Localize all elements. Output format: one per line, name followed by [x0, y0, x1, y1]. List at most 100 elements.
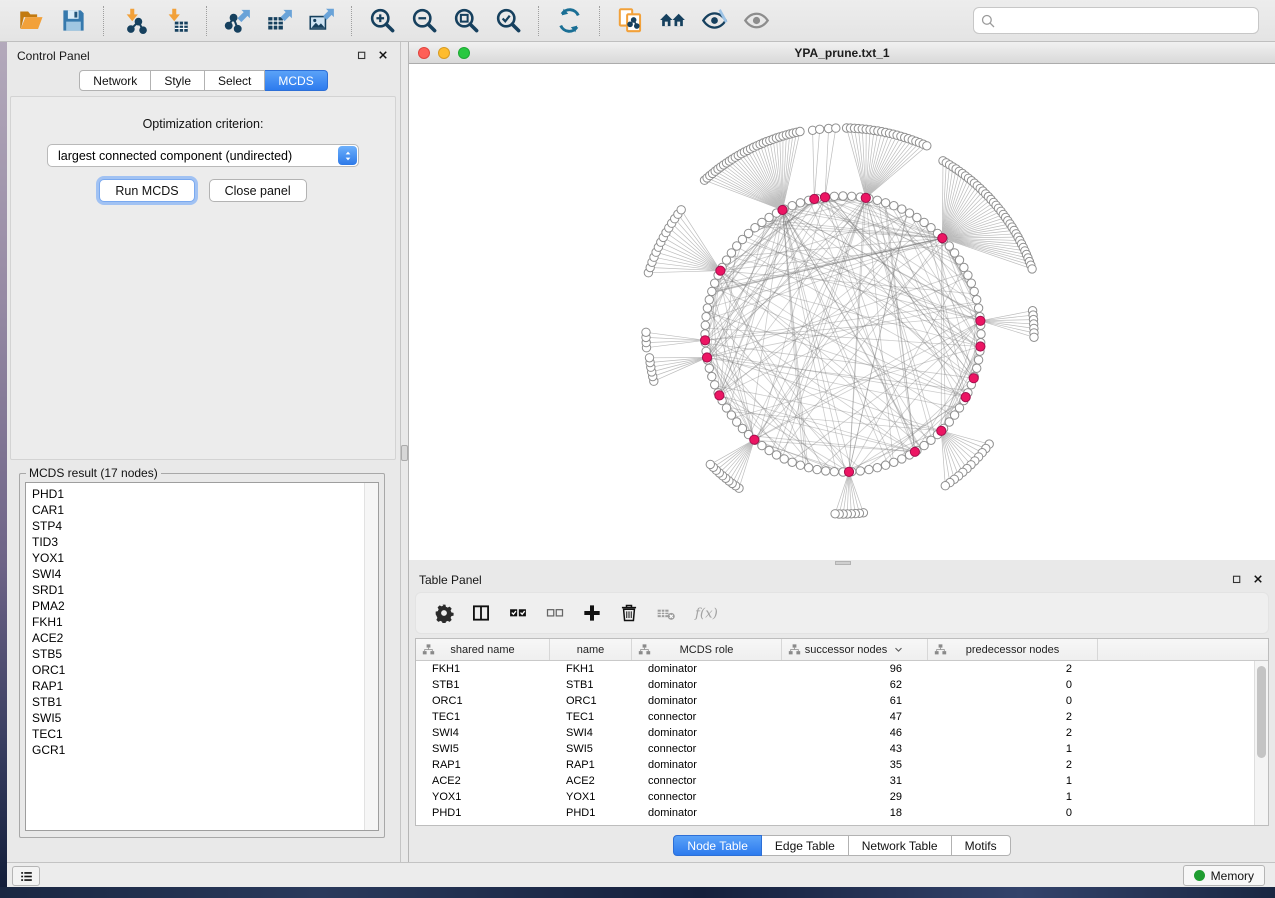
- ring-node[interactable]: [796, 199, 804, 207]
- tab-network[interactable]: Network: [79, 70, 151, 91]
- zoom-in-button[interactable]: [361, 3, 403, 39]
- table-mode-button[interactable]: [434, 603, 454, 623]
- dominator-node[interactable]: [715, 391, 724, 400]
- share-document-button[interactable]: [609, 3, 651, 39]
- vertical-splitter[interactable]: [400, 42, 409, 862]
- mcds-result-node[interactable]: ORC1: [32, 662, 378, 678]
- zoom-fit-button[interactable]: [445, 3, 487, 39]
- dominator-node[interactable]: [750, 435, 759, 444]
- mcds-result-node[interactable]: PHD1: [32, 486, 378, 502]
- mcds-result-list[interactable]: PHD1CAR1STP4TID3YOX1SWI4SRD1PMA2FKH1ACE2…: [25, 482, 379, 831]
- select-all-button[interactable]: [508, 603, 528, 623]
- ring-node[interactable]: [702, 313, 710, 321]
- delete-column-button[interactable]: [619, 603, 639, 623]
- table-scrollbar[interactable]: [1254, 661, 1268, 825]
- mcds-result-node[interactable]: CAR1: [32, 502, 378, 518]
- dominator-node[interactable]: [910, 447, 919, 456]
- task-history-button[interactable]: [12, 866, 40, 886]
- ring-node[interactable]: [788, 458, 796, 466]
- ring-node[interactable]: [856, 467, 864, 475]
- mcds-result-node[interactable]: SWI4: [32, 566, 378, 582]
- mcds-result-node[interactable]: STB5: [32, 646, 378, 662]
- table-row[interactable]: YOX1YOX1connector291: [416, 789, 1254, 805]
- search-box[interactable]: [973, 7, 1259, 34]
- ring-node[interactable]: [873, 196, 881, 204]
- network-canvas[interactable]: [409, 64, 1275, 560]
- splitter-grip[interactable]: [401, 445, 408, 461]
- window-zoom-button[interactable]: [458, 47, 470, 59]
- ring-node[interactable]: [796, 461, 804, 469]
- ring-node[interactable]: [873, 464, 881, 472]
- export-table-button[interactable]: [258, 3, 300, 39]
- ring-node[interactable]: [830, 192, 838, 200]
- tab-edge-table[interactable]: Edge Table: [762, 835, 849, 856]
- ring-node[interactable]: [881, 199, 889, 207]
- leaf-node[interactable]: [816, 125, 824, 133]
- leaf-node[interactable]: [706, 460, 714, 468]
- dominator-node[interactable]: [976, 316, 985, 325]
- table-row[interactable]: SWI5SWI5connector431: [416, 741, 1254, 757]
- tab-motifs[interactable]: Motifs: [952, 835, 1011, 856]
- ring-node[interactable]: [711, 381, 719, 389]
- column-header-shared-name[interactable]: shared name: [416, 639, 550, 660]
- ring-node[interactable]: [865, 465, 873, 473]
- search-input[interactable]: [997, 14, 1253, 28]
- leaf-node[interactable]: [645, 354, 653, 362]
- mcds-result-node[interactable]: PMA2: [32, 598, 378, 614]
- column-header-successor-nodes[interactable]: successor nodes: [782, 639, 928, 660]
- ring-node[interactable]: [848, 192, 856, 200]
- show-selected-button[interactable]: [735, 3, 777, 39]
- column-header-name[interactable]: name: [550, 639, 632, 660]
- ring-node[interactable]: [708, 372, 716, 380]
- ring-node[interactable]: [890, 458, 898, 466]
- window-close-button[interactable]: [418, 47, 430, 59]
- ring-node[interactable]: [974, 304, 982, 312]
- mcds-result-node[interactable]: SWI5: [32, 710, 378, 726]
- ring-node[interactable]: [960, 263, 968, 271]
- table-row[interactable]: PHD1PHD1dominator180: [416, 805, 1254, 821]
- ring-node[interactable]: [967, 279, 975, 287]
- ring-node[interactable]: [881, 461, 889, 469]
- mcds-result-node[interactable]: YOX1: [32, 550, 378, 566]
- ring-node[interactable]: [839, 192, 847, 200]
- table-scrollbar-thumb[interactable]: [1257, 666, 1266, 758]
- close-panel-button[interactable]: [376, 49, 390, 63]
- dominator-node[interactable]: [969, 374, 978, 383]
- close-panel-button-mcds[interactable]: Close panel: [209, 179, 307, 202]
- memory-button[interactable]: Memory: [1183, 865, 1265, 886]
- mcds-result-node[interactable]: STB1: [32, 694, 378, 710]
- mcds-result-node[interactable]: FKH1: [32, 614, 378, 630]
- splitter-grip-h[interactable]: [835, 561, 851, 565]
- dominator-node[interactable]: [961, 393, 970, 402]
- mcds-result-node[interactable]: ACE2: [32, 630, 378, 646]
- dominator-node[interactable]: [778, 205, 787, 214]
- ring-node[interactable]: [780, 455, 788, 463]
- leaf-node[interactable]: [677, 206, 685, 214]
- table-row[interactable]: RAP1RAP1dominator352: [416, 757, 1254, 773]
- export-network-button[interactable]: [216, 3, 258, 39]
- mcds-result-node[interactable]: STP4: [32, 518, 378, 534]
- export-image-button[interactable]: [300, 3, 342, 39]
- ring-node[interactable]: [805, 464, 813, 472]
- zoom-out-button[interactable]: [403, 3, 445, 39]
- table-row[interactable]: ACE2ACE2connector311: [416, 773, 1254, 789]
- column-header-predecessor-nodes[interactable]: predecessor nodes: [928, 639, 1098, 660]
- mcds-result-scrollbar[interactable]: [364, 483, 378, 830]
- tab-network-table[interactable]: Network Table: [849, 835, 952, 856]
- save-session-button[interactable]: [52, 3, 94, 39]
- import-table-button[interactable]: [155, 3, 197, 39]
- open-file-button[interactable]: [10, 3, 52, 39]
- ring-node[interactable]: [970, 287, 978, 295]
- dominator-node[interactable]: [976, 342, 985, 351]
- dominator-node[interactable]: [702, 353, 711, 362]
- table-row[interactable]: STB1STB1dominator620: [416, 677, 1254, 693]
- ring-node[interactable]: [701, 321, 709, 329]
- ring-node[interactable]: [898, 205, 906, 213]
- table-row[interactable]: FKH1FKH1dominator962: [416, 661, 1254, 677]
- table-row[interactable]: SWI4SWI4dominator462: [416, 725, 1254, 741]
- dominator-node[interactable]: [844, 467, 853, 476]
- ring-node[interactable]: [705, 364, 713, 372]
- leaf-node[interactable]: [796, 127, 804, 135]
- ring-node[interactable]: [703, 304, 711, 312]
- ring-node[interactable]: [788, 202, 796, 210]
